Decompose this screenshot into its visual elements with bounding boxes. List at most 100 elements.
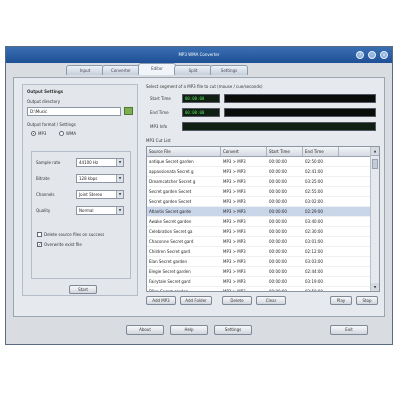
tab-settings[interactable]: Settings — [210, 65, 248, 75]
table-cell: MP3 > MP3 — [223, 259, 246, 264]
close-icon[interactable]: × — [380, 51, 388, 59]
output-dir-label: Output directory — [27, 99, 61, 104]
scroll-thumb[interactable] — [372, 159, 378, 169]
scroll-up-icon[interactable]: ▲ — [371, 147, 379, 156]
format-mp3-label: MP3 — [38, 131, 47, 136]
table-cell: MP3 > MP3 — [223, 159, 246, 164]
cut-list-title: MP3 Cut List — [146, 138, 171, 143]
add-mp3-button[interactable]: Add MP3 — [146, 296, 176, 305]
sample-rate-select[interactable]: 44100 Hz ▼ — [76, 158, 124, 167]
table-cell: MP3 > MP3 — [223, 269, 246, 274]
column-header[interactable]: End Time — [303, 147, 339, 156]
cut-list-header: Source File Convert Start Time End Time — [147, 147, 379, 157]
table-cell: 02:41:00 — [305, 169, 323, 174]
table-row[interactable]: Elegie Secret garden MP3 > MP3 00:00:00 02:… — [147, 267, 379, 277]
table-cell: MP3 > MP3 — [223, 229, 246, 234]
column-header[interactable]: Convert — [221, 147, 267, 156]
table-row[interactable]: Elan Secret garden MP3 > MP3 00:00:00 03:03… — [147, 257, 379, 267]
start-time-slider[interactable] — [224, 94, 376, 103]
table-cell: 00:00:00 — [269, 239, 287, 244]
tab-split[interactable]: Split — [174, 65, 212, 75]
table-cell: Fairytale Secret gard — [149, 279, 191, 284]
format-wma-radio[interactable] — [59, 131, 64, 136]
setting-label: Channels — [36, 192, 55, 197]
format-mp3-radio[interactable] — [31, 131, 36, 136]
chevron-down-icon: ▼ — [116, 175, 123, 182]
channels-select[interactable]: Joint Stereo ▼ — [76, 190, 124, 199]
output-settings-panel: Output Settings Output directory D:\Musi… — [22, 84, 138, 296]
table-row[interactable]: Children Secret gard MP3 > MP3 00:00:00 02:… — [147, 247, 379, 257]
table-cell: Elan Secret garden — [149, 259, 188, 264]
table-cell: 00:00:00 — [269, 249, 287, 254]
table-cell: MP3 > MP3 — [223, 169, 246, 174]
table-cell: Ffion Secret garden — [149, 289, 189, 292]
chevron-down-icon: ▼ — [116, 159, 123, 166]
start-time-label: Start Time — [150, 96, 171, 101]
overwrite-checkbox[interactable]: ✓ — [37, 242, 42, 247]
add-folder-button[interactable]: Add Folder — [180, 296, 212, 305]
format-settings-group: Sample rate 44100 Hz ▼ Bitrate 128 kbps ▼ … — [31, 151, 131, 279]
end-time-display: 00:00:00 — [182, 108, 220, 117]
help-button[interactable]: Help — [170, 325, 208, 335]
output-settings-header: Output Settings — [27, 89, 64, 94]
setting-label: Sample rate — [36, 160, 61, 165]
tab-editor[interactable]: Editor — [138, 63, 176, 75]
about-button[interactable]: About — [126, 325, 164, 335]
tab-converter[interactable]: Converter — [102, 65, 140, 75]
folder-icon[interactable] — [124, 107, 133, 115]
chevron-down-icon: ▼ — [116, 191, 123, 198]
setting-label: Quality — [36, 208, 51, 213]
table-cell: MP3 > MP3 — [223, 279, 246, 284]
table-row[interactable]: appassionata Secret g MP3 > MP3 00:00:00 02… — [147, 167, 379, 177]
delete-button[interactable]: Delete — [222, 296, 252, 305]
table-cell: 03:25:00 — [305, 179, 323, 184]
table-row[interactable]: Atlantis Secret garde MP3 > MP3 00:00:00 02… — [147, 207, 379, 217]
scroll-down-icon[interactable]: ▼ — [371, 283, 379, 291]
end-time-slider[interactable] — [224, 108, 376, 117]
table-cell: 02:58:00 — [305, 289, 323, 292]
table-cell: Secret garden Secret — [149, 189, 192, 194]
column-header[interactable]: Start Time — [267, 147, 303, 156]
table-cell: 00:00:00 — [269, 159, 287, 164]
table-cell: 00:00:00 — [269, 209, 287, 214]
bitrate-select[interactable]: 128 kbps ▼ — [76, 174, 124, 183]
table-row[interactable]: Celebration Secret ga MP3 > MP3 00:00:00 02… — [147, 227, 379, 237]
table-row[interactable]: Awake Secret garden MP3 > MP3 00:00:00 03:4… — [147, 217, 379, 227]
stop-button[interactable]: Stop — [356, 296, 378, 305]
quality-select[interactable]: Normal ▼ — [76, 206, 124, 215]
table-cell: MP3 > MP3 — [223, 249, 246, 254]
table-cell: Elegie Secret garden — [149, 269, 191, 274]
play-button[interactable]: Play — [330, 296, 352, 305]
table-cell: 03:02:00 — [305, 199, 323, 204]
table-row[interactable]: Ffion Secret garden MP3 > MP3 00:00:00 02:5… — [147, 287, 379, 292]
table-cell: 00:00:00 — [269, 289, 287, 292]
table-row[interactable]: Secret garden Secret MP3 > MP3 00:00:00 02:… — [147, 187, 379, 197]
table-row[interactable]: Fairytale Secret gard MP3 > MP3 00:00:00 03… — [147, 277, 379, 287]
table-cell: MP3 > MP3 — [223, 219, 246, 224]
table-row[interactable]: Secret garden Secret MP3 > MP3 00:00:00 03:… — [147, 197, 379, 207]
table-cell: 00:00:00 — [269, 219, 287, 224]
table-row[interactable]: Dreamcatcher Secret g MP3 > MP3 00:00:00 03… — [147, 177, 379, 187]
overwrite-label: Overwrite exist file — [44, 242, 82, 247]
tab-input[interactable]: Input — [66, 65, 104, 75]
delete-source-checkbox[interactable] — [37, 232, 42, 237]
help-icon[interactable]: ? — [356, 51, 364, 59]
settings-button[interactable]: Settings — [214, 325, 252, 335]
window-title: MP3 WMA Converter — [178, 52, 220, 57]
clear-button[interactable]: Clear — [256, 296, 286, 305]
table-row[interactable]: Chaconne Secret gard MP3 > MP3 00:00:00 03:… — [147, 237, 379, 247]
table-cell: MP3 > MP3 — [223, 209, 246, 214]
table-row[interactable]: antique Secret garden MP3 > MP3 00:00:00 02… — [147, 157, 379, 167]
table-cell: MP3 > MP3 — [223, 189, 246, 194]
minimize-icon[interactable]: – — [368, 51, 376, 59]
table-cell: 02:44:00 — [305, 269, 323, 274]
app-window: MP3 WMA Converter ? – × Input Converter … — [5, 46, 393, 345]
output-dir-field[interactable]: D:\Music — [27, 107, 121, 116]
list-scrollbar[interactable]: ▲ ▼ — [370, 147, 379, 291]
column-header[interactable]: Source File — [147, 147, 221, 156]
start-button[interactable]: Start — [69, 285, 97, 294]
exit-button[interactable]: Exit — [330, 325, 368, 335]
cut-list[interactable]: Source File Convert Start Time End Time … — [146, 146, 380, 292]
mp3-info-display — [182, 122, 376, 131]
table-cell: MP3 > MP3 — [223, 239, 246, 244]
